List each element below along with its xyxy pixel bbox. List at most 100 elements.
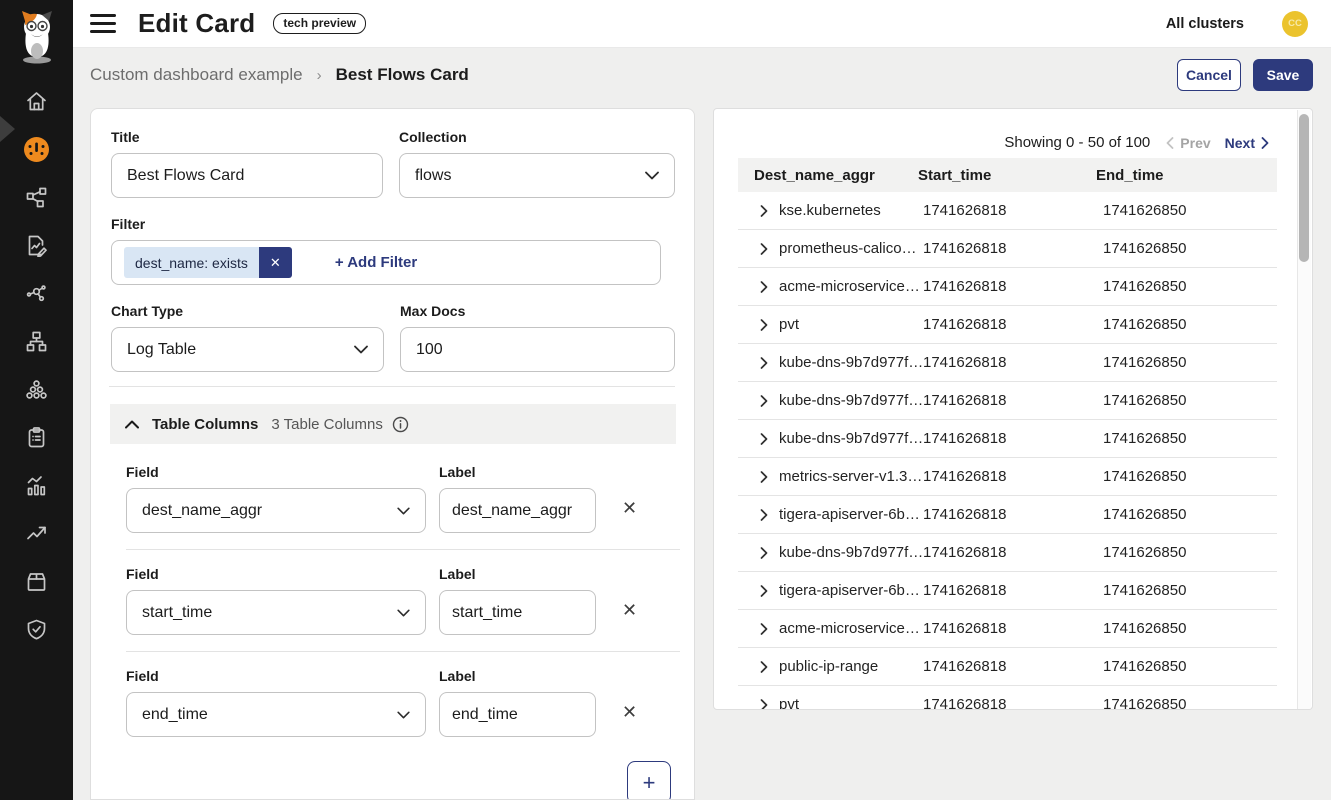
sidebar-item-clusters[interactable]	[0, 365, 73, 413]
avatar[interactable]: CC	[1282, 11, 1308, 37]
expand-row-icon[interactable]	[760, 281, 779, 293]
preview-table-header: Dest_name_aggr Start_time End_time	[738, 158, 1277, 192]
chevron-up-icon[interactable]	[125, 420, 139, 429]
cell-start-time: 1741626818	[923, 430, 1103, 447]
pagination: Showing 0 - 50 of 100 Prev Next	[1004, 134, 1269, 151]
label-input[interactable]	[439, 692, 596, 737]
page-head: Custom dashboard example › Best Flows Ca…	[90, 58, 1313, 92]
report-edit-icon	[25, 234, 48, 257]
title-input[interactable]	[111, 153, 383, 198]
cell-start-time: 1741626818	[923, 620, 1103, 637]
expand-row-icon[interactable]	[760, 699, 779, 711]
sidebar-item-checklist[interactable]	[0, 413, 73, 461]
app-logo[interactable]	[0, 0, 73, 72]
max-docs-input[interactable]	[400, 327, 675, 372]
expand-row-icon[interactable]	[760, 661, 779, 673]
expand-row-icon[interactable]	[760, 585, 779, 597]
table-row[interactable]: pvt 1741626818 1741626850	[738, 306, 1277, 344]
box-icon	[25, 570, 48, 593]
sidebar-item-analytics[interactable]	[0, 461, 73, 509]
preview-table: Dest_name_aggr Start_time End_time kse.k…	[738, 158, 1277, 710]
expand-row-icon[interactable]	[760, 509, 779, 521]
cell-dest-name-aggr: kube-dns-9b7d977f…	[779, 392, 923, 409]
cancel-button[interactable]: Cancel	[1177, 59, 1241, 91]
field-select[interactable]: end_time	[126, 692, 426, 737]
expand-row-icon[interactable]	[760, 623, 779, 635]
table-row[interactable]: metrics-server-v1.3… 1741626818 17416268…	[738, 458, 1277, 496]
scrollbar-track[interactable]	[1297, 110, 1311, 710]
table-row[interactable]: kube-dns-9b7d977f… 1741626818 1741626850	[738, 420, 1277, 458]
filter-chip-remove-icon[interactable]: ✕	[259, 247, 292, 278]
remove-column-icon[interactable]: ✕	[622, 499, 637, 517]
table-row[interactable]: acme-microservice… 1741626818 1741626850	[738, 610, 1277, 648]
cell-start-time: 1741626818	[923, 582, 1103, 599]
table-columns-header[interactable]: Table Columns 3 Table Columns	[110, 404, 676, 444]
table-row[interactable]: tigera-apiserver-6b… 1741626818 17416268…	[738, 496, 1277, 534]
sidebar-item-topology[interactable]	[0, 173, 73, 221]
expand-row-icon[interactable]	[760, 433, 779, 445]
add-filter-link[interactable]: + Add Filter	[335, 254, 417, 271]
prev-button[interactable]: Prev	[1166, 135, 1210, 151]
filter-box[interactable]: dest_name: exists ✕ + Add Filter	[111, 240, 661, 285]
filter-chip: dest_name: exists ✕	[124, 247, 292, 278]
breadcrumb-parent[interactable]: Custom dashboard example	[90, 65, 303, 85]
sidebar-item-hierarchy[interactable]	[0, 317, 73, 365]
field-select[interactable]: dest_name_aggr	[126, 488, 426, 533]
save-button[interactable]: Save	[1253, 59, 1313, 91]
scrollbar-thumb[interactable]	[1299, 114, 1309, 262]
sidebar-item-graph[interactable]	[0, 269, 73, 317]
expand-row-icon[interactable]	[760, 319, 779, 331]
sidebar-nav	[0, 77, 73, 653]
table-row[interactable]: kse.kubernetes 1741626818 1741626850	[738, 192, 1277, 230]
column-header-start-time: Start_time	[918, 167, 1096, 184]
field-label: Field	[126, 464, 426, 480]
field-label: Field	[126, 668, 426, 684]
table-row[interactable]: pvt 1741626818 1741626850	[738, 686, 1277, 710]
table-row[interactable]: acme-microservice… 1741626818 1741626850	[738, 268, 1277, 306]
sidebar-item-packages[interactable]	[0, 557, 73, 605]
table-row[interactable]: tigera-apiserver-6b… 1741626818 17416268…	[738, 572, 1277, 610]
cluster-bubbles-icon	[25, 378, 48, 401]
cell-dest-name-aggr: tigera-apiserver-6b…	[779, 506, 923, 523]
cell-start-time: 1741626818	[923, 506, 1103, 523]
expand-row-icon[interactable]	[760, 243, 779, 255]
table-row[interactable]: kube-dns-9b7d977f… 1741626818 1741626850	[738, 382, 1277, 420]
dashboard-icon	[23, 136, 50, 163]
cell-start-time: 1741626818	[923, 278, 1103, 295]
expand-row-icon[interactable]	[760, 395, 779, 407]
next-button[interactable]: Next	[1225, 135, 1269, 151]
label-input[interactable]	[439, 488, 596, 533]
remove-column-icon[interactable]: ✕	[622, 703, 637, 721]
sidebar-item-trends[interactable]	[0, 509, 73, 557]
table-row[interactable]: public-ip-range 1741626818 1741626850	[738, 648, 1277, 686]
expand-row-icon[interactable]	[760, 357, 779, 369]
remove-column-icon[interactable]: ✕	[622, 601, 637, 619]
sidebar	[0, 0, 73, 800]
table-column-row: Field start_time Label ✕	[126, 566, 675, 635]
table-row[interactable]: prometheus-calico… 1741626818 1741626850	[738, 230, 1277, 268]
cell-dest-name-aggr: acme-microservice…	[779, 278, 923, 295]
breadcrumb-current: Best Flows Card	[336, 65, 469, 85]
table-row[interactable]: kube-dns-9b7d977f… 1741626818 1741626850	[738, 534, 1277, 572]
menu-toggle-icon[interactable]	[90, 14, 116, 33]
cell-dest-name-aggr: public-ip-range	[779, 658, 923, 675]
sidebar-item-security[interactable]	[0, 605, 73, 653]
field-select[interactable]: start_time	[126, 590, 426, 635]
sidebar-item-reports[interactable]	[0, 221, 73, 269]
chart-type-select[interactable]: Log Table	[111, 327, 384, 372]
label-input[interactable]	[439, 590, 596, 635]
expand-row-icon[interactable]	[760, 471, 779, 483]
expand-row-icon[interactable]	[760, 205, 779, 217]
add-column-button[interactable]: +	[627, 761, 671, 800]
cell-end-time: 1741626850	[1103, 316, 1277, 333]
expand-row-icon[interactable]	[760, 547, 779, 559]
collection-select[interactable]: flows	[399, 153, 675, 198]
cluster-selector[interactable]: All clusters	[1166, 16, 1244, 32]
table-row[interactable]: kube-dns-9b7d977f… 1741626818 1741626850	[738, 344, 1277, 382]
table-columns-title: Table Columns	[152, 416, 258, 433]
field-label: Field	[126, 566, 426, 582]
info-icon[interactable]	[392, 416, 409, 433]
preview-table-body: kse.kubernetes 1741626818 1741626850 pro…	[738, 192, 1277, 710]
cell-end-time: 1741626850	[1103, 620, 1277, 637]
cell-dest-name-aggr: kse.kubernetes	[779, 202, 923, 219]
